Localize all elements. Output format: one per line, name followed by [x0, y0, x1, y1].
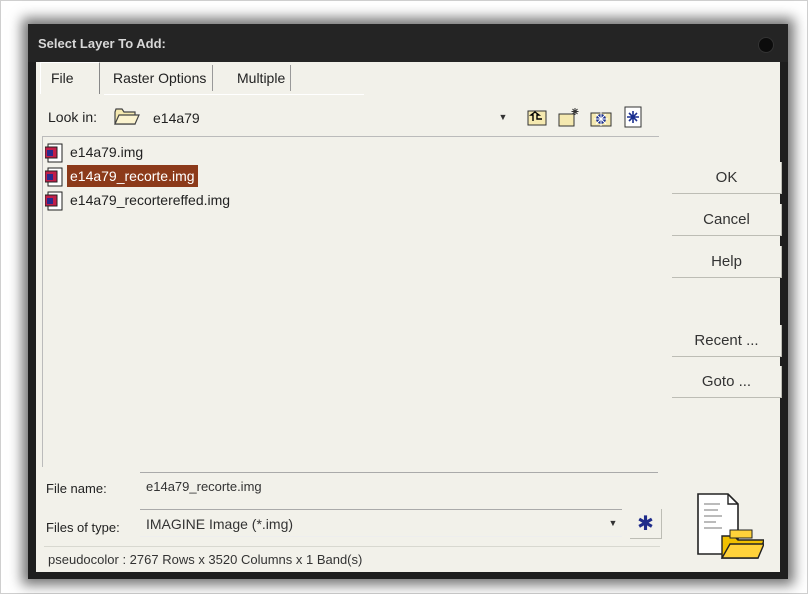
- cancel-button[interactable]: Cancel: [672, 204, 782, 236]
- spatial-filter-button[interactable]: [622, 106, 644, 128]
- tab-raster-options[interactable]: Raster Options: [107, 65, 214, 91]
- ok-button[interactable]: OK: [672, 162, 782, 194]
- tab-file[interactable]: File: [40, 62, 100, 94]
- new-folder-icon: [558, 108, 579, 127]
- asterisk-icon: ✱: [637, 513, 654, 535]
- chevron-down-icon[interactable]: ▼: [495, 104, 511, 130]
- tab-divider: [104, 94, 364, 95]
- image-file-icon: [45, 191, 63, 211]
- file-name-text: e14a79_recorte.img: [67, 165, 198, 187]
- look-in-value: e14a79: [153, 110, 200, 126]
- connect-icon: [590, 112, 612, 127]
- dialog-title: Select Layer To Add:: [38, 36, 166, 51]
- image-file-icon: [45, 143, 63, 163]
- new-folder-button[interactable]: [558, 106, 580, 128]
- file-list[interactable]: e14a79.img e14a79_recorte.img e14a79_rec…: [42, 136, 659, 467]
- goto-button[interactable]: Goto ...: [672, 366, 782, 398]
- look-in-label: Look in:: [48, 109, 98, 125]
- tab-multiple[interactable]: Multiple: [232, 65, 292, 91]
- spatial-filter-icon: [624, 106, 642, 128]
- file-name-label: File name:: [46, 481, 107, 496]
- file-name-text: e14a79_recortereffed.img: [70, 192, 231, 208]
- close-icon[interactable]: [758, 37, 774, 53]
- look-in-dropdown[interactable]: e14a79 ▼: [111, 104, 511, 130]
- chevron-down-icon[interactable]: ▼: [606, 511, 620, 535]
- files-of-type-dropdown[interactable]: IMAGINE Image (*.img) ▼: [140, 509, 622, 537]
- connect-button[interactable]: [590, 106, 612, 128]
- recent-button[interactable]: Recent ...: [672, 325, 782, 357]
- file-type-filter-button[interactable]: ✱: [630, 509, 662, 539]
- open-document-icon: [697, 493, 764, 559]
- help-button[interactable]: Help: [672, 246, 782, 278]
- image-file-icon: [45, 167, 63, 187]
- dialog-body: File Raster Options Multiple Look in: e1…: [36, 62, 782, 573]
- files-of-type-value: IMAGINE Image (*.img): [146, 516, 294, 532]
- up-one-level-button[interactable]: [526, 106, 548, 128]
- layer-info-status: pseudocolor : 2767 Rows x 3520 Columns x…: [44, 546, 660, 573]
- title-bar[interactable]: Select Layer To Add:: [28, 24, 788, 62]
- up-folder-icon: [527, 110, 547, 126]
- file-name-text: e14a79.img: [70, 144, 144, 160]
- select-layer-dialog: Select Layer To Add: File Raster Options…: [28, 24, 788, 579]
- files-of-type-label: Files of type:: [46, 520, 120, 535]
- file-name-field[interactable]: e14a79_recorte.img: [140, 472, 658, 500]
- folder-icon: [114, 108, 140, 125]
- file-name-value: e14a79_recorte.img: [146, 479, 262, 494]
